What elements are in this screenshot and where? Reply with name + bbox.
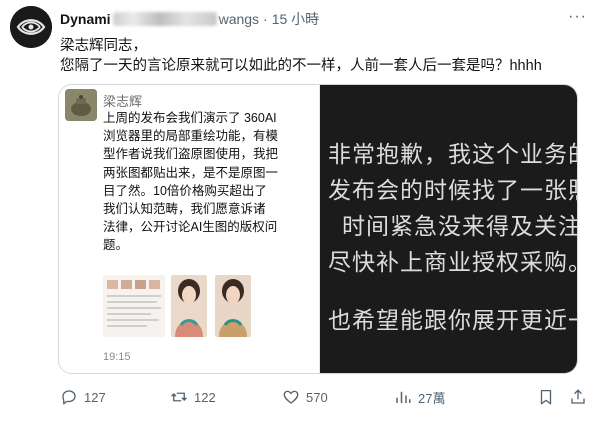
like-button[interactable]: 570: [282, 388, 394, 406]
reply-icon: [62, 390, 76, 405]
post-body: 梁志辉同志， 您隔了一天的言论原来就可以如此的不一样，人前一套人后一套是吗？hh…: [60, 36, 579, 76]
chat-message: 上周的发布会我们演示了 360AI 浏览器里的局部重绘功能，有模 型作者说我们盗…: [103, 109, 313, 255]
chat-timestamp: 19:15: [103, 351, 131, 363]
reply-button[interactable]: 127: [60, 388, 170, 406]
repost-count: 122: [194, 389, 216, 405]
post-timestamp[interactable]: 15 小時: [272, 9, 319, 29]
share-button[interactable]: [569, 388, 587, 406]
chat-line: 目了然。10倍价格购买超出了: [103, 183, 267, 198]
statement-line: 也希望能跟你展开更近一步: [328, 307, 577, 333]
portrait-thumbnail: [215, 275, 251, 337]
document-thumbnail: [103, 275, 165, 337]
chat-line: 题。: [103, 238, 129, 253]
sender-avatar: [65, 89, 97, 121]
post-header: Dynami wangs · 15 小時: [60, 9, 569, 29]
redacted-username: [112, 12, 217, 26]
action-bar: 127 122 570 27萬: [60, 382, 587, 412]
statement-line: 发布会的时候找了一张照片: [328, 177, 577, 203]
avatar-logo-icon: [10, 6, 52, 48]
repost-icon: [171, 392, 187, 402]
portrait-image-icon: [215, 275, 251, 337]
share-icon: [571, 389, 585, 404]
views-button[interactable]: 27萬: [394, 388, 502, 407]
meta-separator: ·: [263, 11, 268, 27]
author-name[interactable]: Dynami: [60, 11, 111, 27]
chat-line: 型作者说我们盗原图使用，我把: [103, 147, 279, 162]
like-count: 570: [306, 389, 328, 405]
statement-line: 尽快补上商业授权采购。: [328, 249, 577, 275]
teapot-avatar-icon: [65, 89, 97, 121]
chat-line: 我们认知范畴，我们愿意诉诸: [103, 202, 266, 217]
like-icon: [283, 390, 299, 404]
portrait-thumbnail: [171, 275, 207, 337]
statement-screenshot: 非常抱歉，我这个业务的负 发布会的时候找了一张照片 时间紧急没来得及关注来 尽快…: [320, 85, 577, 373]
bookmark-button[interactable]: [537, 388, 555, 406]
chat-line: 上周的发布会我们演示了 360AI: [103, 111, 277, 125]
bookmark-icon: [540, 389, 552, 405]
chat-line: 浏览器里的局部重绘功能，有模: [103, 129, 279, 144]
author-handle[interactable]: wangs: [219, 11, 259, 27]
post-text-line: 您隔了一天的言论原来就可以如此的不一样，人前一套人后一套是吗？hhhh: [60, 58, 542, 74]
sender-name: 梁志辉: [103, 94, 143, 109]
post-text-line: 梁志辉同志，: [60, 38, 147, 54]
document-thumbnail-icon: [103, 275, 165, 337]
more-options-icon[interactable]: ···: [568, 8, 587, 26]
chat-line: 法律，公开讨论AI生图的版权问: [103, 220, 278, 235]
views-count: 27萬: [418, 390, 446, 406]
repost-button[interactable]: 122: [170, 388, 282, 406]
reply-count: 127: [84, 389, 106, 405]
statement-line: 非常抱歉，我这个业务的负: [328, 141, 577, 167]
attached-image[interactable]: 梁志辉 上周的发布会我们演示了 360AI 浏览器里的局部重绘功能，有模 型作者…: [58, 84, 578, 374]
portrait-image-icon: [171, 275, 207, 337]
chat-screenshot: 梁志辉 上周的发布会我们演示了 360AI 浏览器里的局部重绘功能，有模 型作者…: [59, 85, 320, 373]
statement-line: 时间紧急没来得及关注来: [342, 213, 577, 239]
views-icon: [396, 391, 411, 403]
chat-line: 两张图都贴出来，是不是原图一: [103, 165, 279, 180]
author-avatar[interactable]: [10, 6, 52, 48]
